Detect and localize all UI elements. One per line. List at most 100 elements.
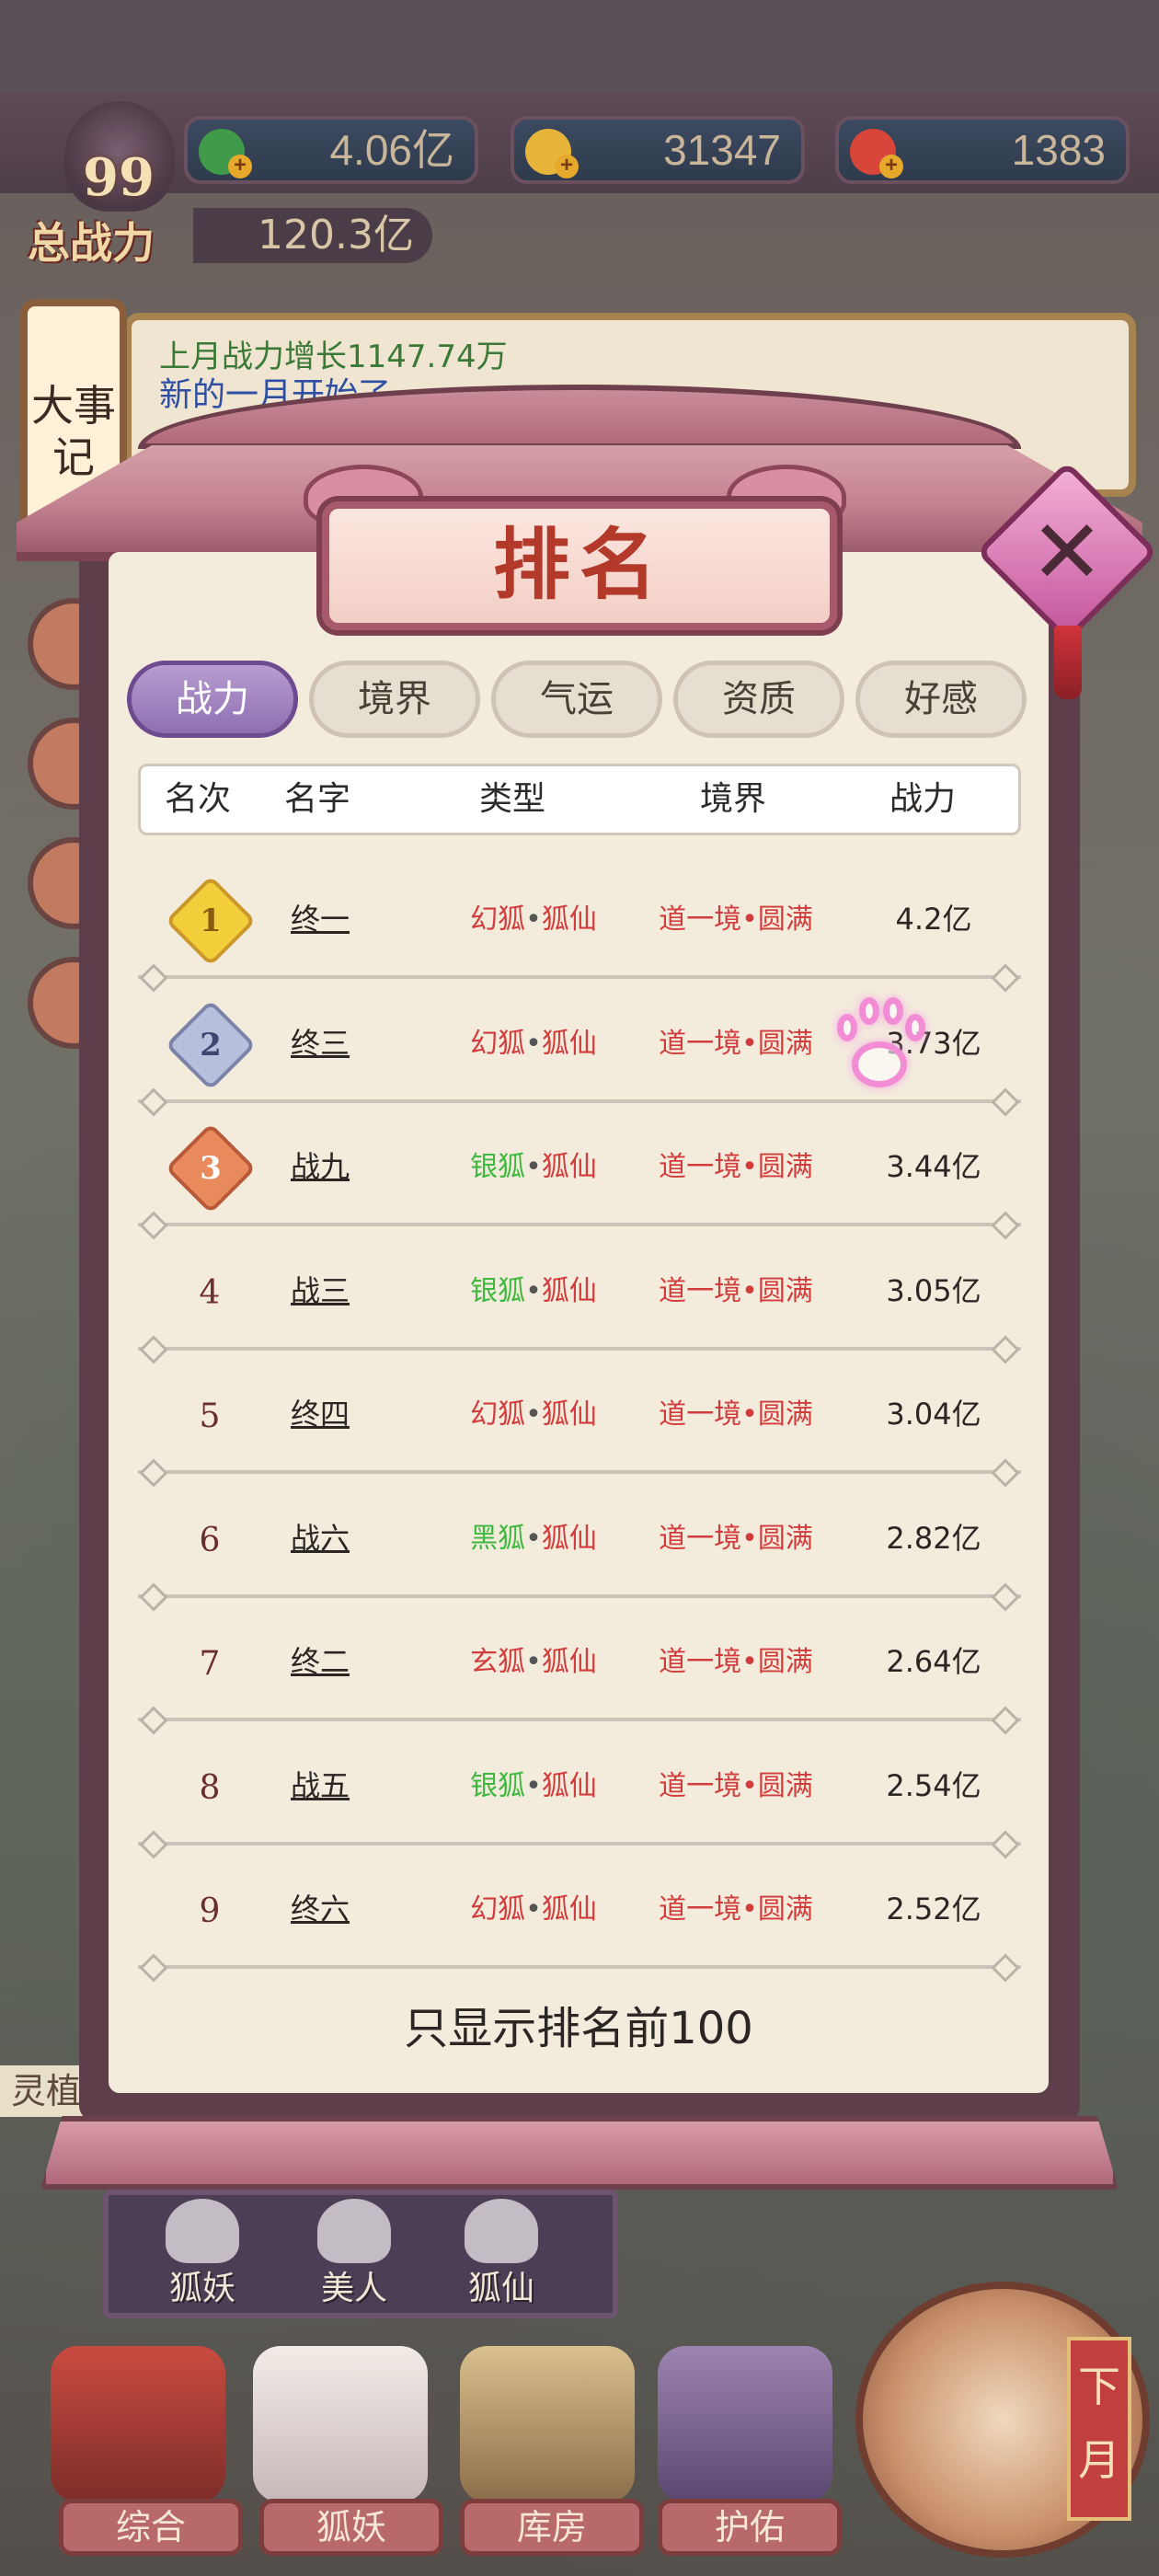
fox-type: 银狐•狐仙 (432, 1763, 635, 1803)
realm-value: 道一境•圆满 (659, 1646, 813, 1678)
jade-amount: 4.06亿 (329, 126, 454, 174)
fox-type-suffix: 狐仙 (541, 1522, 597, 1555)
modal-base-decoration (40, 2116, 1119, 2190)
separator-dot: • (525, 1151, 542, 1183)
table-row[interactable]: 5 终四 幻狐•狐仙 道一境•圆满 3.04亿 (138, 1351, 1021, 1474)
rank-number: 7 (199, 1645, 221, 1683)
power-value: 2.52亿 (886, 1892, 981, 1926)
fox-type: 银狐•狐仙 (432, 1144, 635, 1184)
nav-fox-demon[interactable]: 狐妖 (259, 2499, 443, 2556)
fox-type-suffix: 狐仙 (541, 1151, 597, 1183)
separator-dot: • (525, 1646, 542, 1678)
table-row[interactable]: 8 战五 银狐•狐仙 道一境•圆满 2.54亿 (138, 1722, 1021, 1846)
tab-realm[interactable]: 境界 (309, 661, 480, 738)
sub-tab-fox-immortal[interactable]: 狐仙 (442, 2261, 561, 2309)
column-power: 战力 (889, 780, 957, 818)
table-row[interactable]: 6 战六 黑狐•狐仙 道一境•圆满 2.82亿 (138, 1475, 1021, 1598)
tab-affection[interactable]: 好感 (855, 661, 1027, 738)
realm-value: 道一境•圆满 (659, 1893, 813, 1926)
rank-number: 6 (199, 1521, 221, 1559)
fox-type-suffix: 狐仙 (541, 1398, 597, 1431)
row-divider (138, 1965, 1021, 1969)
column-type: 类型 (479, 780, 546, 818)
tab-fortune[interactable]: 气运 (491, 661, 662, 738)
beauty-icon (317, 2199, 391, 2263)
table-header: 名次 名字 类型 境界 战力 (138, 764, 1021, 835)
power-value: 3.04亿 (886, 1397, 981, 1432)
fox-type-prefix: 幻狐 (470, 1893, 526, 1926)
fox-type: 幻狐•狐仙 (432, 1391, 635, 1432)
tab-power[interactable]: 战力 (127, 661, 298, 738)
nav-storehouse[interactable]: 库房 (460, 2499, 644, 2556)
spirit-plant-label[interactable]: 灵植 (0, 2065, 92, 2117)
paw-cursor-icon (828, 994, 929, 1095)
table-row[interactable]: 3 战九 银狐•狐仙 道一境•圆满 3.44亿 (138, 1103, 1021, 1226)
separator-dot: • (525, 903, 542, 936)
modal-title: 排名 (322, 501, 837, 630)
column-name: 名字 (284, 780, 351, 818)
total-power-label: 总战力 (28, 218, 155, 268)
plus-icon[interactable]: + (879, 155, 903, 178)
separator-dot: • (525, 1769, 542, 1802)
fox-type-suffix: 狐仙 (541, 1769, 597, 1802)
row-divider (138, 1470, 1021, 1474)
rank-number: 9 (199, 1892, 221, 1930)
plus-icon[interactable]: + (228, 155, 252, 178)
power-value: 2.54亿 (886, 1767, 981, 1803)
sub-tab-beauty[interactable]: 美人 (294, 2261, 414, 2309)
nav-general[interactable]: 综合 (59, 2499, 243, 2556)
sub-tab-fox-demon[interactable]: 狐妖 (143, 2261, 262, 2309)
close-icon[interactable]: ✕ (1019, 504, 1115, 600)
player-name-link[interactable]: 战三 (291, 1268, 350, 1310)
rank-number: 1 (200, 903, 222, 939)
power-value: 3.05亿 (886, 1272, 981, 1308)
column-rank: 名次 (165, 780, 232, 818)
tab-aptitude[interactable]: 资质 (673, 661, 844, 738)
fox-type-suffix: 狐仙 (541, 1027, 597, 1060)
table-row[interactable]: 1 终一 幻狐•狐仙 道一境•圆满 4.2亿 (138, 856, 1021, 979)
table-row[interactable]: 7 终二 玄狐•狐仙 道一境•圆满 2.64亿 (138, 1598, 1021, 1721)
total-power-badge[interactable]: 99 总战力 (18, 92, 212, 276)
separator-dot: • (525, 1398, 542, 1431)
table-row[interactable]: 9 终六 幻狐•狐仙 道一境•圆满 2.52亿 (138, 1846, 1021, 1969)
nav-protection[interactable]: 护佑 (658, 2499, 842, 2556)
jade-resource[interactable]: + 4.06亿 (184, 116, 478, 184)
player-name-link[interactable]: 战六 (291, 1515, 350, 1558)
fox-type-prefix: 黑狐 (470, 1522, 526, 1555)
player-name-link[interactable]: 战九 (291, 1144, 350, 1186)
column-realm: 境界 (700, 780, 767, 818)
row-divider (138, 1098, 1021, 1103)
modal-title-text: 排名 (492, 519, 666, 610)
separator-dot: • (525, 1027, 542, 1060)
fox-type: 幻狐•狐仙 (432, 896, 635, 937)
fox-type-prefix: 幻狐 (470, 1398, 526, 1431)
fox-type-suffix: 狐仙 (541, 903, 597, 936)
realm-value: 道一境•圆满 (659, 1769, 813, 1802)
plus-icon[interactable]: + (555, 155, 579, 178)
fox-type-suffix: 狐仙 (541, 1646, 597, 1678)
peach-resource[interactable]: + 1383 (835, 116, 1130, 184)
table-row[interactable]: 4 战三 银狐•狐仙 道一境•圆满 3.05亿 (138, 1227, 1021, 1351)
general-icon (51, 2346, 225, 2502)
realm-value: 道一境•圆满 (659, 903, 813, 936)
fox-mask-icon (253, 2346, 428, 2502)
realm-value: 道一境•圆满 (659, 1027, 813, 1060)
next-month-label[interactable]: 下月 (1067, 2337, 1131, 2521)
row-divider (138, 1841, 1021, 1846)
gold-resource[interactable]: + 31347 (511, 116, 805, 184)
player-name-link[interactable]: 终六 (291, 1886, 350, 1928)
fox-immortal-icon (465, 2199, 538, 2263)
row-divider (138, 1593, 1021, 1598)
player-name-link[interactable]: 终四 (291, 1391, 350, 1433)
lotus-icon (658, 2346, 832, 2502)
player-name-link[interactable]: 终三 (291, 1020, 350, 1063)
realm-value: 道一境•圆满 (659, 1398, 813, 1431)
realm-value: 道一境•圆满 (659, 1522, 813, 1555)
player-name-link[interactable]: 终一 (291, 896, 350, 938)
fox-type: 银狐•狐仙 (432, 1268, 635, 1308)
fox-type: 玄狐•狐仙 (432, 1639, 635, 1679)
player-level: 99 (83, 147, 155, 208)
player-name-link[interactable]: 终二 (291, 1639, 350, 1681)
row-divider (138, 1346, 1021, 1351)
player-name-link[interactable]: 战五 (291, 1763, 350, 1805)
